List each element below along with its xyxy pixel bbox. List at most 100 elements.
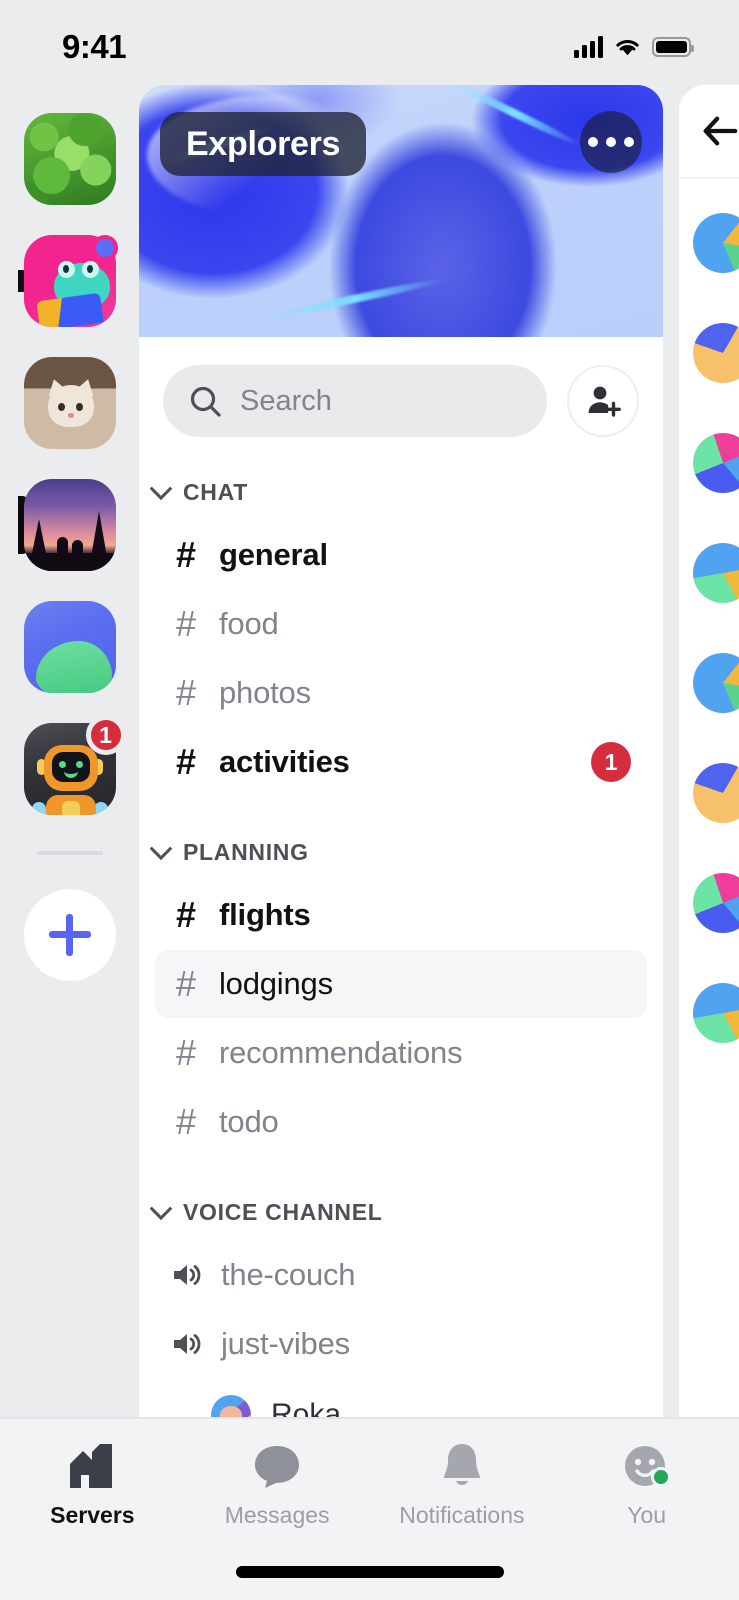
member-avatar[interactable]	[693, 323, 739, 383]
server-presence-dot	[92, 235, 118, 261]
channel-item-photos[interactable]: # photos	[155, 659, 647, 727]
add-person-icon	[585, 384, 621, 418]
chevron-down-icon	[150, 1197, 173, 1220]
channel-list: CHAT # general # food # photos # activit…	[139, 437, 663, 1417]
plants-server-art	[24, 113, 116, 205]
bell-icon	[440, 1441, 484, 1491]
server-icon-blob[interactable]	[24, 601, 116, 693]
server-rail[interactable]: 1	[0, 85, 139, 1417]
search-row: Search	[139, 337, 663, 437]
home-indicator	[236, 1566, 504, 1578]
channel-item-general[interactable]: # general	[155, 521, 647, 589]
server-unread-badge: 1	[86, 715, 126, 755]
channel-item-activities[interactable]: # activities 1	[155, 728, 647, 796]
unread-badge: 1	[591, 742, 631, 782]
member-avatar[interactable]	[693, 213, 739, 273]
tab-label: Notifications	[399, 1502, 524, 1529]
more-options-button[interactable]	[580, 111, 642, 173]
status-bar-time: 9:41	[62, 28, 126, 66]
channel-item-recommendations[interactable]: # recommendations	[155, 1019, 647, 1087]
blob-server-art	[24, 601, 116, 693]
banner-highlight	[445, 85, 583, 149]
member-avatars	[679, 179, 739, 1043]
server-icon-cat[interactable]	[24, 357, 116, 449]
channel-item-the-couch[interactable]: the-couch	[155, 1241, 647, 1309]
channel-name: just-vibes	[221, 1326, 350, 1362]
category-header-planning[interactable]: PLANNING	[139, 797, 663, 880]
channel-item-flights[interactable]: # flights	[155, 881, 647, 949]
add-server-button[interactable]	[24, 889, 116, 981]
channel-name: lodgings	[219, 966, 333, 1002]
search-input[interactable]: Search	[163, 365, 547, 437]
voice-member-name: Roka	[271, 1398, 341, 1417]
tab-you[interactable]: You	[554, 1419, 739, 1600]
server-icon-frog[interactable]	[24, 235, 116, 327]
channel-name: food	[219, 606, 279, 642]
channel-item-food[interactable]: # food	[155, 590, 647, 658]
member-avatar[interactable]	[693, 873, 739, 933]
server-icon-sunset[interactable]	[24, 479, 116, 571]
hash-icon: #	[171, 897, 201, 933]
voice-member-roka[interactable]: Roka	[139, 1379, 663, 1417]
hash-icon: #	[171, 1035, 201, 1071]
member-avatar[interactable]	[693, 543, 739, 603]
category-label: PLANNING	[183, 839, 309, 866]
channel-item-just-vibes[interactable]: just-vibes	[155, 1310, 647, 1378]
chevron-down-icon	[150, 477, 173, 500]
channel-panel: Explorers Search	[139, 85, 663, 1417]
dot	[606, 137, 616, 147]
category-header-chat[interactable]: CHAT	[139, 437, 663, 520]
hash-icon: #	[171, 966, 201, 1002]
channel-item-todo[interactable]: # todo	[155, 1088, 647, 1156]
server-name-pill[interactable]: Explorers	[160, 112, 366, 176]
server-icon-robot[interactable]: 1	[24, 723, 116, 815]
speaker-icon	[171, 1330, 203, 1358]
phone-screen: 9:41	[0, 0, 739, 1600]
category-header-voice-channel[interactable]: VOICE CHANNEL	[139, 1157, 663, 1240]
status-bar-icons	[574, 36, 691, 58]
hash-icon: #	[171, 537, 201, 573]
cat-server-art	[24, 357, 116, 449]
tab-label: Messages	[225, 1502, 330, 1529]
hash-icon: #	[171, 675, 201, 711]
member-panel-header	[679, 85, 739, 179]
speaker-icon	[171, 1261, 203, 1289]
back-arrow-icon[interactable]	[701, 114, 739, 148]
tab-servers[interactable]: Servers	[0, 1419, 185, 1600]
channel-name: todo	[219, 1104, 279, 1140]
avatar	[211, 1395, 251, 1417]
channel-name: the-couch	[221, 1257, 355, 1293]
channel-name: general	[219, 537, 328, 573]
plus-icon	[49, 914, 91, 956]
member-avatar[interactable]	[693, 763, 739, 823]
sunset-server-art	[24, 479, 116, 571]
channel-name: photos	[219, 675, 311, 711]
search-placeholder: Search	[240, 385, 332, 418]
member-avatar[interactable]	[693, 653, 739, 713]
dot	[588, 137, 598, 147]
member-avatar[interactable]	[693, 983, 739, 1043]
member-avatar[interactable]	[693, 433, 739, 493]
tab-label: You	[627, 1502, 666, 1529]
invite-people-button[interactable]	[567, 365, 639, 437]
channel-name: flights	[219, 897, 311, 933]
server-icon-plants[interactable]	[24, 113, 116, 205]
message-bubble-icon	[252, 1441, 302, 1491]
servers-icon	[66, 1441, 118, 1491]
search-icon	[189, 385, 222, 418]
banner-highlight	[260, 275, 448, 322]
category-label: CHAT	[183, 479, 248, 506]
category-label: VOICE CHANNEL	[183, 1199, 383, 1226]
hash-icon: #	[171, 1104, 201, 1140]
channel-item-lodgings[interactable]: # lodgings	[155, 950, 647, 1018]
hash-icon: #	[171, 744, 201, 780]
chevron-down-icon	[150, 837, 173, 860]
cellular-signal-icon	[574, 36, 603, 58]
battery-icon	[652, 37, 691, 57]
hash-icon: #	[171, 606, 201, 642]
profile-icon	[621, 1441, 673, 1491]
member-list-panel[interactable]	[679, 85, 739, 1417]
wifi-icon	[614, 36, 641, 57]
channel-name: recommendations	[219, 1035, 462, 1071]
server-banner[interactable]: Explorers	[139, 85, 663, 337]
